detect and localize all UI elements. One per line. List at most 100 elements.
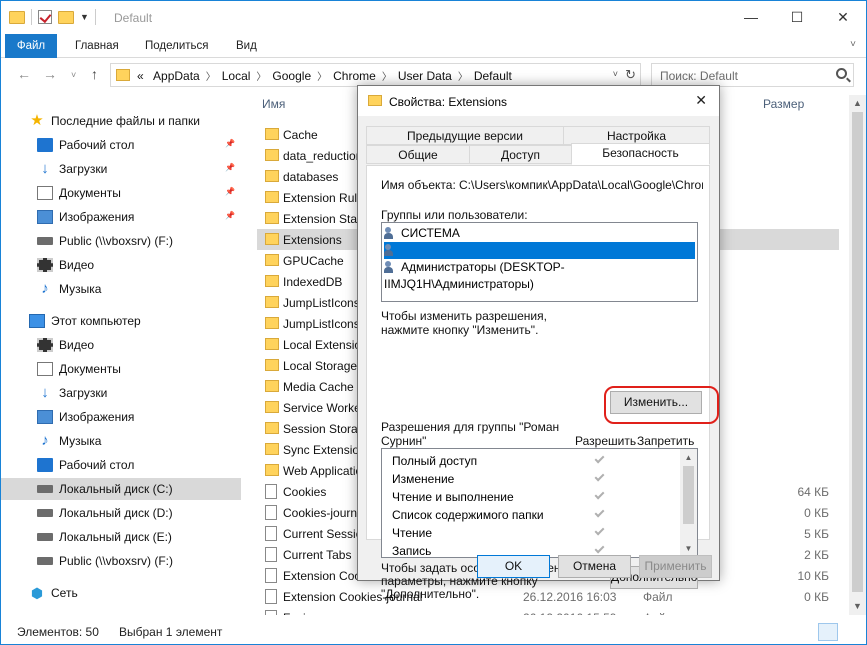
users-list[interactable]: СИСТЕМА Администраторы (DESKTOP-IIMJQ1H\… bbox=[381, 222, 698, 302]
up-arrow-icon[interactable]: ↑ bbox=[91, 66, 98, 82]
breadcrumb-item[interactable]: AppData bbox=[153, 69, 200, 83]
file-icon bbox=[265, 589, 277, 604]
column-header-name[interactable]: Имя bbox=[262, 97, 285, 111]
apply-button[interactable]: Применить bbox=[639, 555, 712, 578]
permissions-list[interactable]: ▲ ▼ Полный доступ Изменение Чтение и выпол… bbox=[381, 448, 698, 558]
sidebar-item[interactable]: ★ Последние файлы и папки bbox=[1, 110, 241, 132]
file-name: Favicons bbox=[283, 611, 331, 615]
search-icon[interactable] bbox=[836, 68, 847, 79]
sidebar-item[interactable]: ♪ Музыка bbox=[1, 430, 241, 452]
maximize-button[interactable]: ☐ bbox=[774, 1, 820, 33]
large-icons-view-icon[interactable] bbox=[840, 623, 860, 641]
sidebar-item[interactable]: Изображения bbox=[1, 406, 241, 428]
chevron-right-icon[interactable]: 〉 bbox=[458, 72, 468, 83]
user-name: СИСТЕМА bbox=[401, 226, 460, 240]
address-bar[interactable]: « AppData 〉 Local 〉 Google 〉 Chrome 〉 User Data 〉… bbox=[110, 63, 641, 87]
sidebar-item[interactable]: ↓ Загрузки bbox=[1, 382, 241, 404]
downloads-icon: ↓ bbox=[41, 160, 49, 177]
sidebar-item-label: Документы bbox=[59, 362, 121, 376]
sidebar-item[interactable]: Локальный диск (C:) bbox=[1, 478, 241, 500]
breadcrumb-overflow[interactable]: « bbox=[137, 69, 144, 83]
back-arrow-icon[interactable]: ← bbox=[17, 66, 31, 82]
sidebar-item[interactable]: Локальный диск (D:) bbox=[1, 502, 241, 524]
new-folder-icon[interactable] bbox=[58, 10, 74, 24]
tab-security[interactable]: Безопасность bbox=[571, 143, 710, 165]
pictures-icon bbox=[37, 410, 53, 424]
sidebar-item-label: Этот компьютер bbox=[51, 314, 141, 328]
chevron-right-icon[interactable]: 〉 bbox=[206, 72, 216, 83]
sidebar-item[interactable]: Изображения 📌 bbox=[1, 206, 241, 228]
tab-sharing[interactable]: Доступ bbox=[469, 145, 572, 164]
breadcrumb-item[interactable]: Default bbox=[474, 69, 512, 83]
sidebar-item-label: Загрузки bbox=[59, 386, 108, 400]
sidebar-item[interactable]: Видео bbox=[1, 254, 241, 276]
ok-button[interactable]: OK bbox=[477, 555, 550, 578]
list-item[interactable]: СИСТЕМА bbox=[384, 225, 695, 242]
sidebar-item[interactable]: Видео bbox=[1, 334, 241, 356]
file-size: 64 КБ bbox=[797, 485, 829, 499]
file-list-scrollbar[interactable]: ▲ ▼ bbox=[849, 95, 866, 615]
details-view-icon[interactable] bbox=[818, 623, 838, 641]
permission-label: Изменение bbox=[392, 472, 455, 486]
tab-home[interactable]: Главная bbox=[63, 34, 131, 58]
expand-ribbon-icon[interactable]: ˅ bbox=[846, 39, 860, 53]
sidebar-item[interactable]: ⬢ Сеть bbox=[1, 582, 241, 604]
sidebar-item-label: Видео bbox=[59, 338, 95, 352]
tab-general[interactable]: Общие bbox=[366, 145, 470, 164]
window-title: Default bbox=[114, 11, 153, 25]
scroll-down-icon[interactable]: ▼ bbox=[849, 598, 866, 615]
column-header-size[interactable]: Размер bbox=[763, 97, 804, 111]
list-item-selected[interactable] bbox=[384, 242, 695, 259]
sidebar-item[interactable]: Документы bbox=[1, 358, 241, 380]
minimize-button[interactable]: — bbox=[728, 1, 774, 33]
tab-previous-versions[interactable]: Предыдущие версии bbox=[366, 126, 564, 145]
object-path: C:\Users\компик\AppData\Local\Google\Chr… bbox=[459, 178, 703, 192]
recent-locations-icon[interactable]: ˅ bbox=[71, 70, 76, 80]
sidebar-item[interactable]: Public (\\vboxsrv) (F:) bbox=[1, 550, 241, 572]
allow-check-icon bbox=[594, 525, 605, 536]
list-item[interactable]: Администраторы (DESKTOP-IIMJQ1H\Админист… bbox=[384, 259, 695, 291]
chevron-right-icon[interactable]: 〉 bbox=[382, 72, 392, 83]
folder-icon bbox=[265, 254, 279, 266]
sidebar-item[interactable]: ↓ Загрузки 📌 bbox=[1, 158, 241, 180]
sidebar-item[interactable]: Public (\\vboxsrv) (F:) bbox=[1, 230, 241, 252]
sidebar-item[interactable]: Рабочий стол 📌 bbox=[1, 134, 241, 156]
tab-share[interactable]: Поделиться bbox=[133, 34, 221, 58]
sidebar-item[interactable]: Рабочий стол bbox=[1, 454, 241, 476]
file-name: JumpListIcons bbox=[283, 317, 360, 331]
scrollbar-thumb[interactable] bbox=[683, 466, 694, 524]
permissions-scrollbar[interactable]: ▲ ▼ bbox=[680, 449, 697, 557]
forward-arrow-icon[interactable]: → bbox=[43, 66, 57, 82]
file-name: Local Storage bbox=[283, 359, 358, 373]
chevron-right-icon[interactable]: 〉 bbox=[256, 72, 266, 83]
cancel-button[interactable]: Отмена bbox=[558, 555, 631, 578]
table-row[interactable]: Favicons 26.12.2016 15:59 Файл bbox=[257, 607, 839, 615]
refresh-icon[interactable]: ↻ bbox=[625, 67, 636, 83]
breadcrumb-item[interactable]: Google bbox=[272, 69, 311, 83]
sidebar-item[interactable]: ♪ Музыка bbox=[1, 278, 241, 300]
desktop-icon bbox=[37, 458, 53, 472]
customize-toolbar-icon[interactable]: ▼ bbox=[80, 12, 89, 22]
properties-icon[interactable] bbox=[38, 10, 52, 24]
file-date: 26.12.2016 15:59 bbox=[523, 611, 616, 615]
sidebar-item[interactable]: Локальный диск (E:) bbox=[1, 526, 241, 548]
breadcrumb-item[interactable]: Local bbox=[222, 69, 251, 83]
dialog-close-button[interactable]: ✕ bbox=[695, 92, 707, 109]
sidebar-item[interactable]: Этот компьютер bbox=[1, 310, 241, 332]
scrollbar-thumb[interactable] bbox=[852, 112, 863, 592]
scroll-up-icon[interactable]: ▲ bbox=[849, 95, 866, 112]
scroll-up-icon[interactable]: ▲ bbox=[680, 449, 697, 466]
folder-icon bbox=[265, 149, 279, 161]
sidebar-item[interactable]: Документы 📌 bbox=[1, 182, 241, 204]
permission-label: Чтение bbox=[392, 526, 433, 540]
tab-file[interactable]: Файл bbox=[5, 34, 57, 58]
file-name: Cookies bbox=[283, 485, 327, 499]
tab-view[interactable]: Вид bbox=[224, 34, 269, 58]
chevron-down-icon[interactable]: ˅ bbox=[613, 69, 618, 79]
quick-access-toolbar: ▼ bbox=[9, 9, 96, 25]
breadcrumb-item[interactable]: Chrome bbox=[333, 69, 376, 83]
close-button[interactable]: ✕ bbox=[820, 1, 866, 33]
chevron-right-icon[interactable]: 〉 bbox=[317, 72, 327, 83]
search-input[interactable]: Поиск: Default bbox=[651, 63, 854, 87]
breadcrumb-item[interactable]: User Data bbox=[398, 69, 452, 83]
